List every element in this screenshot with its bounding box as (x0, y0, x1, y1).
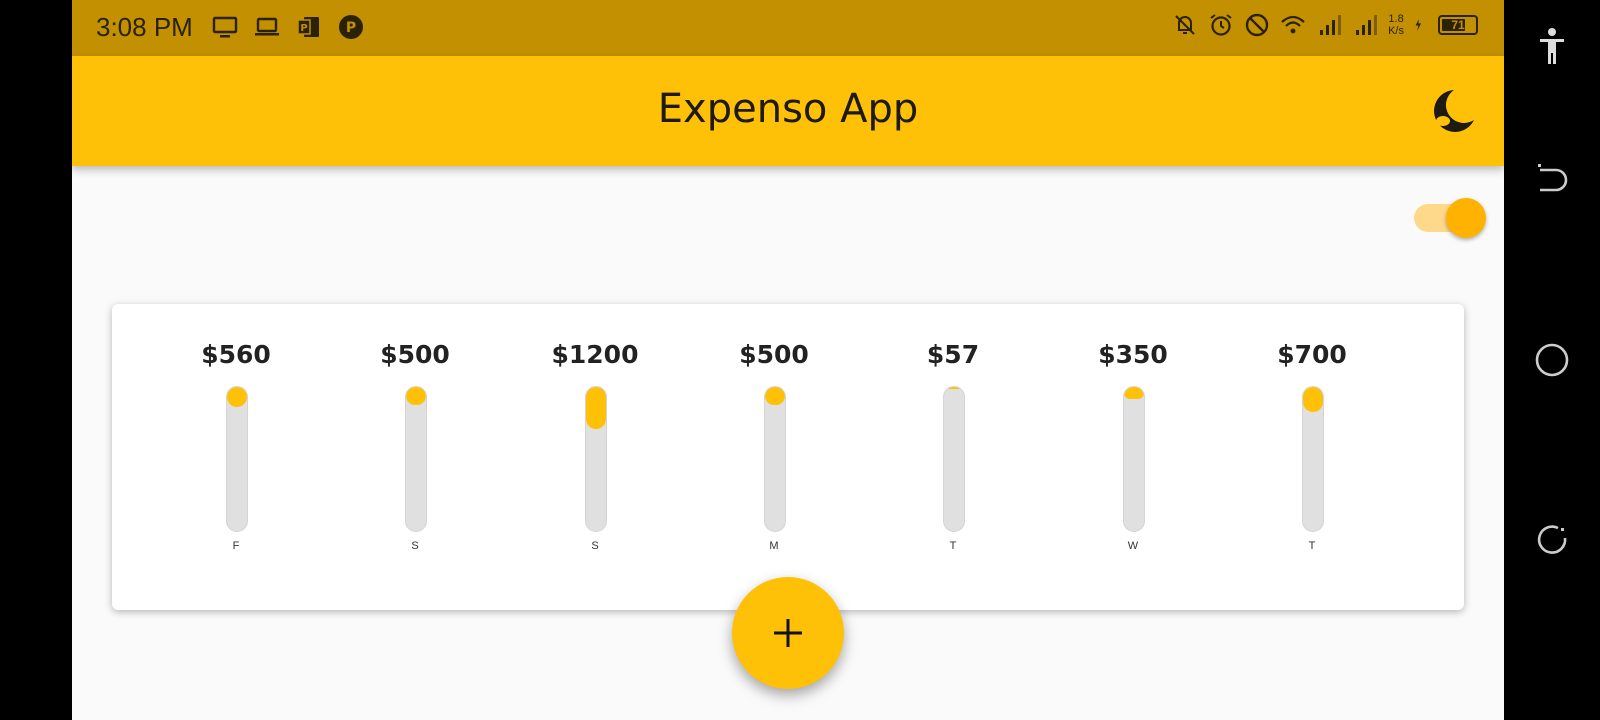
battery-level: 71 (1451, 18, 1465, 32)
app-p-icon: P (339, 15, 363, 39)
status-time: 3:08 PM (96, 12, 193, 42)
bar-amount-label: $560 (201, 340, 271, 369)
back-button[interactable] (1528, 156, 1576, 204)
bar-track (585, 386, 607, 532)
monitor-icon (212, 16, 238, 38)
recents-icon (1537, 525, 1567, 554)
theme-toggle-button[interactable] (1432, 88, 1476, 134)
do-not-disturb-icon (1245, 13, 1269, 37)
accessibility-button[interactable] (1528, 22, 1576, 70)
network-speed: 1.8 K/s (1388, 13, 1404, 37)
bar-day-label: S (411, 540, 419, 552)
laptop-icon (255, 17, 279, 36)
notification-icons: P P (212, 14, 364, 40)
bar-amount-label: $500 (380, 340, 450, 369)
add-transaction-button[interactable] (732, 577, 844, 689)
bar-day-label: W (1127, 540, 1139, 552)
moon-icon (1434, 90, 1474, 132)
bar-amount-label: $700 (1277, 340, 1347, 369)
signal-icon (1320, 15, 1342, 35)
bar-column: $560 F (176, 304, 296, 610)
bar-column: $700 T (1252, 304, 1372, 610)
home-button[interactable] (1528, 336, 1576, 384)
bar-fill (227, 387, 247, 407)
status-bar: 3:08 PM P P 1.8 K/s 71 (72, 0, 1504, 56)
bar-track (764, 386, 786, 532)
plus-icon (774, 619, 802, 647)
app-screen: 3:08 PM P P 1.8 K/s 71 Expenso App $560 … (72, 0, 1504, 720)
bar-track (1302, 386, 1324, 532)
weekly-chart-card: $560 F $500 S $1200 S $500 M $57 T $350 W $700 T (112, 304, 1464, 610)
bar-fill (406, 387, 426, 405)
wifi-icon (1281, 15, 1305, 34)
alarm-icon (1210, 14, 1232, 36)
bar-amount-label: $500 (739, 340, 809, 369)
bar-fill (586, 387, 606, 429)
signal-icon (1356, 15, 1378, 35)
bar-fill (1124, 387, 1144, 399)
charging-icon (1415, 19, 1421, 31)
bar-column: $1200 S (535, 304, 655, 610)
accessibility-icon (1540, 28, 1564, 64)
chart-toggle-switch[interactable] (1412, 196, 1486, 240)
system-status-icons: 1.8 K/s 71 (1172, 12, 1478, 38)
bar-fill (1303, 387, 1323, 412)
app-title: Expenso App (657, 86, 919, 132)
home-icon (1535, 343, 1569, 377)
svg-text:P: P (300, 23, 307, 34)
bar-column: $57 T (893, 304, 1013, 610)
bar-day-label: S (591, 540, 599, 552)
powerpoint-icon: P (297, 17, 319, 37)
bar-track (226, 386, 248, 532)
bar-fill (765, 387, 785, 405)
back-icon (1538, 164, 1568, 192)
bar-amount-label: $1200 (551, 340, 639, 369)
bar-amount-label: $57 (926, 340, 980, 369)
system-navigation-bar (1504, 0, 1600, 720)
svg-text:P: P (346, 20, 356, 36)
bar-day-label: T (949, 540, 957, 552)
bar-day-label: F (232, 540, 240, 552)
left-screen-edge (0, 0, 72, 720)
bar-column: $500 S (355, 304, 475, 610)
network-speed-unit: K/s (1388, 25, 1404, 37)
bar-fill (944, 387, 964, 389)
bar-day-label: M (769, 540, 779, 552)
app-bar: Expenso App (72, 56, 1504, 166)
switch-thumb (1446, 198, 1486, 238)
bar-track (943, 386, 965, 532)
bar-day-label: T (1308, 540, 1316, 552)
bar-column: $500 M (714, 304, 834, 610)
bar-amount-label: $350 (1098, 340, 1168, 369)
battery-indicator: 71 (1438, 15, 1478, 35)
bar-track (405, 386, 427, 532)
bar-column: $350 W (1073, 304, 1193, 610)
bell-off-icon (1175, 15, 1195, 35)
recents-button[interactable] (1528, 516, 1576, 564)
bar-track (1123, 386, 1145, 532)
network-speed-value: 1.8 (1388, 13, 1404, 25)
